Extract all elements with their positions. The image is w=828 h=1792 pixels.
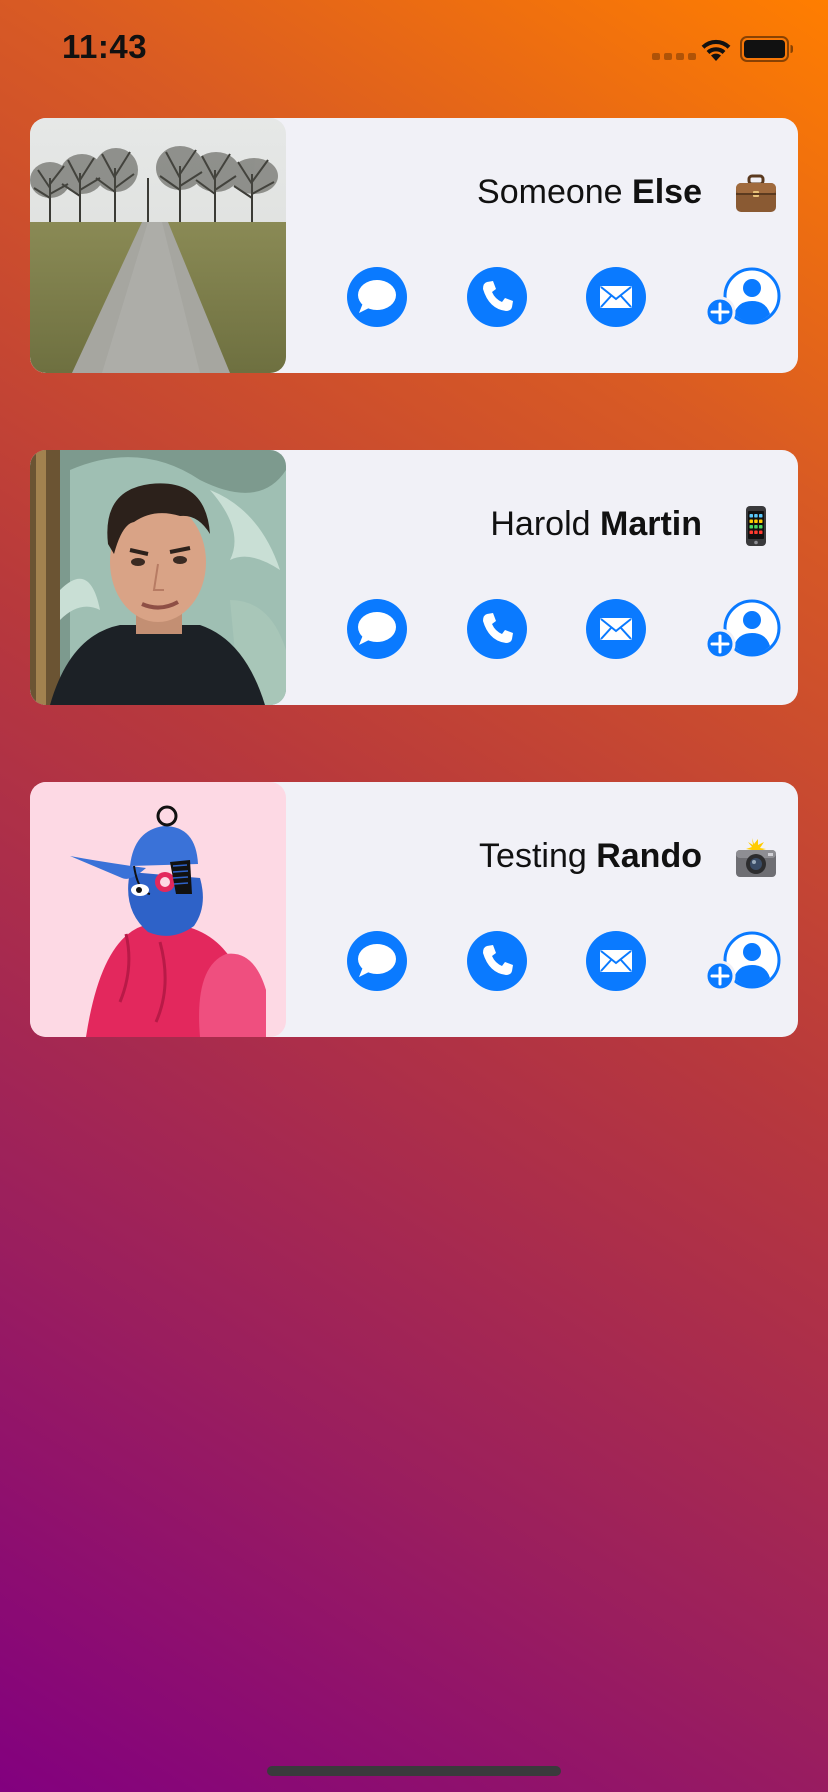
mail-button[interactable] <box>586 267 646 327</box>
message-icon <box>358 612 396 645</box>
mail-icon <box>600 618 632 640</box>
call-button[interactable] <box>467 599 527 659</box>
status-bar: 11:43 <box>0 0 828 100</box>
call-button[interactable] <box>467 267 527 327</box>
wifi-icon <box>701 39 731 61</box>
contact-actions <box>30 782 798 1037</box>
phone-icon <box>483 945 513 975</box>
phone-icon <box>483 281 513 311</box>
add-contact-icon <box>704 931 781 992</box>
contact-actions <box>30 450 798 705</box>
mail-button[interactable] <box>586 599 646 659</box>
mail-icon <box>600 950 632 972</box>
mail-icon <box>600 286 632 308</box>
message-button[interactable] <box>347 931 407 991</box>
add-contact-icon <box>704 267 781 328</box>
status-time: 11:43 <box>62 28 148 65</box>
message-icon <box>358 944 396 977</box>
mail-button[interactable] <box>586 931 646 991</box>
call-button[interactable] <box>467 931 527 991</box>
contact-card-someone-else[interactable]: Someone Else <box>30 118 798 373</box>
battery-icon <box>740 36 793 62</box>
add-contact-button[interactable] <box>704 598 786 664</box>
message-icon <box>358 280 396 313</box>
home-indicator[interactable] <box>267 1766 561 1776</box>
cellular-signal-icon <box>652 53 696 60</box>
add-contact-icon <box>704 599 781 660</box>
add-contact-button[interactable] <box>704 266 786 332</box>
contact-card-testing-rando[interactable]: Testing Rando <box>30 782 798 1037</box>
phone-icon <box>483 613 513 643</box>
message-button[interactable] <box>347 599 407 659</box>
message-button[interactable] <box>347 267 407 327</box>
contact-card-list: Someone Else Harold Martin Testing Rando <box>30 118 798 1114</box>
contact-actions <box>30 118 798 373</box>
add-contact-button[interactable] <box>704 930 786 996</box>
contact-card-harold-martin[interactable]: Harold Martin <box>30 450 798 705</box>
